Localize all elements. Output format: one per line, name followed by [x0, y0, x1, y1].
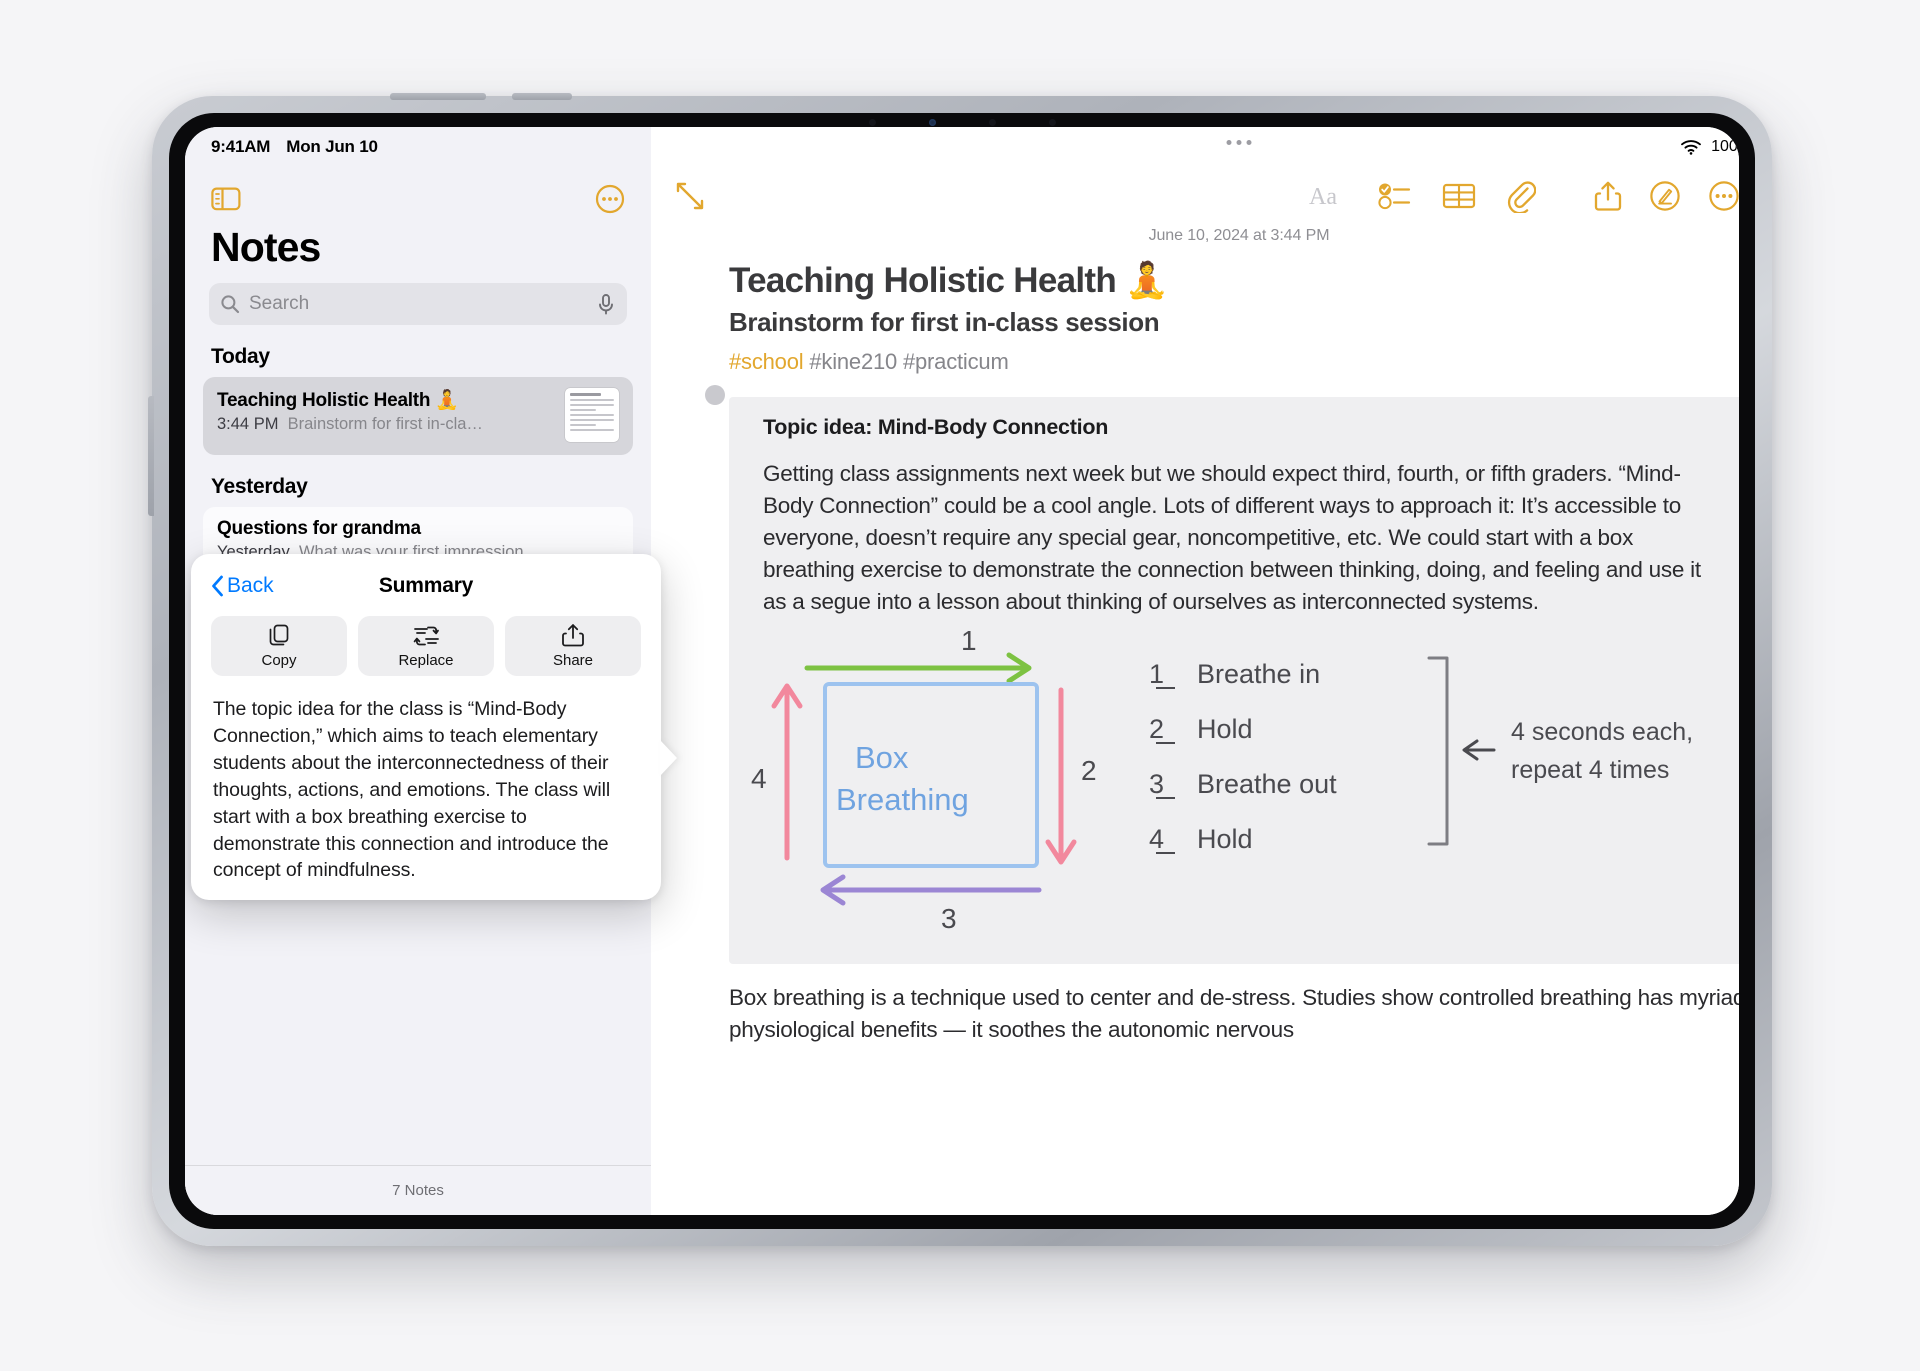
note-subheading: Brainstorm for first in-class session [729, 306, 1160, 337]
share-icon [562, 623, 584, 648]
battery-percent: 100% [1711, 138, 1739, 155]
back-button-label: Back [227, 573, 274, 597]
screenshot-stage: 9:41AM Mon Jun 10 Notes Search Today Tea… [0, 0, 1920, 1371]
sensor-dot [868, 118, 876, 126]
device-bezel: 9:41AM Mon Jun 10 Notes Search Today Tea… [169, 113, 1755, 1229]
search-container: Search [185, 269, 651, 326]
summary-actions: Copy Replace Share [191, 606, 661, 676]
block-paragraph: Getting class assignments next week but … [763, 460, 1701, 614]
sketch-note-line2: repeat 4 times [1511, 756, 1669, 784]
share-button[interactable]: Share [505, 616, 641, 676]
closing-paragraph: Box breathing is a technique used to cen… [729, 984, 1739, 1042]
highlighted-summary-region: Topic idea: Mind-Body Connection Getting… [705, 384, 1739, 964]
window-grabber-handle[interactable] [1226, 140, 1252, 145]
ipad-screen: 9:41AM Mon Jun 10 Notes Search Today Tea… [185, 127, 1739, 1215]
wifi-icon [1680, 139, 1702, 155]
more-circle-icon[interactable] [1708, 180, 1739, 212]
back-button[interactable]: Back [211, 574, 274, 598]
share-label: Share [552, 652, 594, 669]
tag-practicum[interactable]: #practicum [903, 349, 1009, 374]
block-heading: Topic idea: Mind-Body Connection [763, 414, 1109, 439]
note-count-footer: 7 Notes [185, 1165, 651, 1215]
tag-school[interactable]: #school [729, 349, 804, 374]
sidebar-status-bar: 9:41AM Mon Jun 10 [185, 127, 651, 167]
note-title: Questions for grandma [217, 518, 421, 540]
sketch-note-line1: 4 seconds each, [1511, 718, 1693, 746]
note-content-scroll[interactable]: Teaching Holistic Health 🧘 Brainstorm fo… [651, 245, 1739, 1215]
note-tags: #school #kine210 #practicum [729, 349, 1739, 375]
paperclip-icon[interactable] [1506, 179, 1536, 213]
checklist-icon[interactable] [1378, 181, 1412, 211]
sketch-step-3: 3 [941, 903, 957, 934]
legend-num-2: 2 [1149, 714, 1164, 744]
volume-button[interactable] [512, 93, 572, 100]
replace-button[interactable]: Replace [358, 616, 494, 676]
legend-num-3: 3 [1149, 769, 1164, 799]
front-camera-cluster [842, 117, 1082, 127]
note-list-today: Teaching Holistic Health 🧘 3:44 PM Brain… [185, 377, 651, 456]
status-time: 9:41AM [211, 137, 271, 156]
legend-text-2: Hold [1197, 714, 1253, 744]
note-detail-pane: 100% [651, 127, 1739, 1215]
copy-label: Copy [261, 652, 297, 669]
selection-handle[interactable] [705, 384, 725, 405]
section-header-today: Today [211, 345, 270, 369]
note-title: Teaching Holistic Health 🧘 [217, 390, 459, 412]
legend-num-4: 4 [1149, 824, 1164, 854]
markup-pen-icon[interactable] [1649, 180, 1681, 212]
note-heading: Teaching Holistic Health 🧘 [729, 261, 1169, 300]
note-preview: Brainstorm for first in-cla… [287, 415, 483, 434]
page-title: Notes [211, 224, 321, 270]
search-input[interactable]: Search [249, 293, 587, 315]
copy-button[interactable]: Copy [211, 616, 347, 676]
status-indicators: 100% [1680, 138, 1739, 156]
legend-text-3: Breathe out [1197, 769, 1337, 799]
ipad-device-frame: 9:41AM Mon Jun 10 Notes Search Today Tea… [148, 93, 1772, 1246]
microphone-icon[interactable] [596, 293, 616, 315]
power-button[interactable] [390, 93, 486, 100]
summary-popover: Back Summary Copy Replace Share The topi… [191, 554, 661, 901]
legend-text-4: Hold [1197, 824, 1253, 854]
box-breathing-sketch: 1 4 2 3 Box Breathing 1 Breathe in 2 Hol… [729, 628, 1739, 938]
svg-text:Aa: Aa [1309, 184, 1337, 210]
search-field[interactable]: Search [209, 283, 627, 326]
note-thumbnail [565, 388, 619, 443]
sidebar-toggle-icon[interactable] [211, 186, 241, 212]
legend-text-1: Breathe in [1197, 659, 1320, 689]
note-subtitle: 3:44 PM Brainstorm for first in-cla… [217, 415, 555, 434]
side-button[interactable] [148, 396, 154, 516]
replace-icon [413, 624, 440, 648]
share-icon[interactable] [1594, 180, 1622, 212]
more-circle-icon[interactable] [595, 184, 625, 214]
detail-status-bar: 100% [651, 127, 1739, 167]
sidebar-top-toolbar [185, 167, 651, 223]
section-header-yesterday: Yesterday [211, 475, 308, 499]
table-icon[interactable] [1442, 181, 1476, 211]
sensor-dot [988, 118, 996, 126]
camera-lens-icon [928, 118, 936, 126]
legend-num-1: 1 [1149, 659, 1164, 689]
tag-kine210[interactable]: #kine210 [809, 349, 897, 374]
sketch-step-4: 4 [751, 763, 767, 794]
text-format-Aa-icon[interactable]: Aa [1308, 182, 1348, 210]
sensor-dot [1048, 118, 1056, 126]
list-item[interactable]: Teaching Holistic Health 🧘 3:44 PM Brain… [203, 377, 633, 456]
expand-arrows-icon[interactable] [673, 179, 707, 213]
copy-icon [267, 623, 291, 648]
search-icon [220, 294, 240, 314]
note-timestamp: June 10, 2024 at 3:44 PM [1148, 227, 1330, 244]
note-time: 3:44 PM [217, 415, 279, 434]
notes-sidebar: 9:41AM Mon Jun 10 Notes Search Today Tea… [185, 127, 661, 1215]
status-date: Mon Jun 10 [286, 137, 378, 156]
summary-popover-header: Back Summary [191, 554, 661, 606]
chevron-left-icon [211, 575, 224, 597]
sketch-box-label-line1: Box [855, 740, 909, 775]
replace-label: Replace [398, 651, 454, 669]
sketch-step-1: 1 [961, 628, 977, 656]
sketch-step-2: 2 [1081, 755, 1097, 786]
summary-text: The topic idea for the class is “Mind-Bo… [213, 698, 611, 882]
note-toolbar: Aa [651, 167, 1739, 225]
sketch-box-label-line2: Breathing [836, 782, 969, 817]
